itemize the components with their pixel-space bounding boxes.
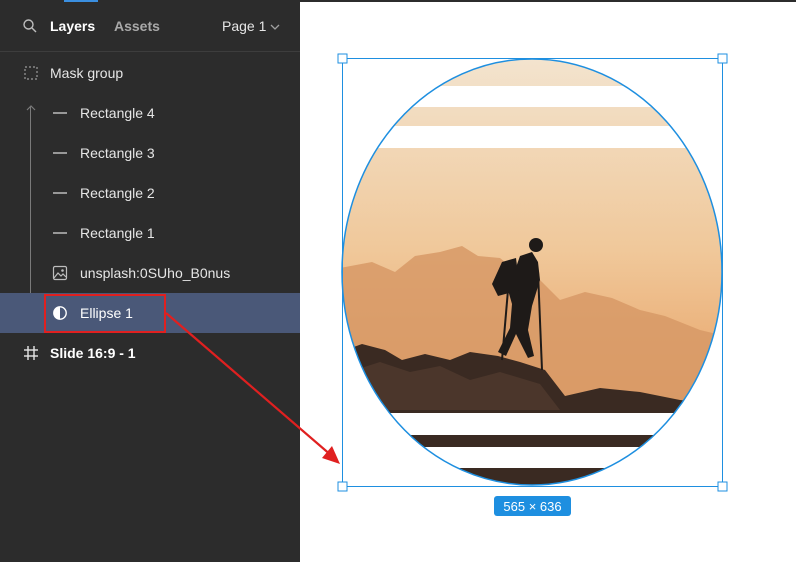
rectangle-4-shape[interactable] [340, 86, 725, 107]
resize-handle-bottom-right[interactable] [717, 481, 728, 492]
dimensions-badge: 565 × 636 [494, 496, 571, 516]
resize-handle-top-right[interactable] [717, 53, 728, 64]
resize-handle-top-left[interactable] [337, 53, 348, 64]
rectangle-2-shape[interactable] [340, 413, 725, 435]
resize-handle-bottom-left[interactable] [337, 481, 348, 492]
rectangle-1-shape[interactable] [340, 447, 725, 468]
rectangle-3-shape[interactable] [340, 126, 725, 148]
canvas-artwork [165, 53, 728, 492]
annotation-arrow [165, 312, 340, 464]
